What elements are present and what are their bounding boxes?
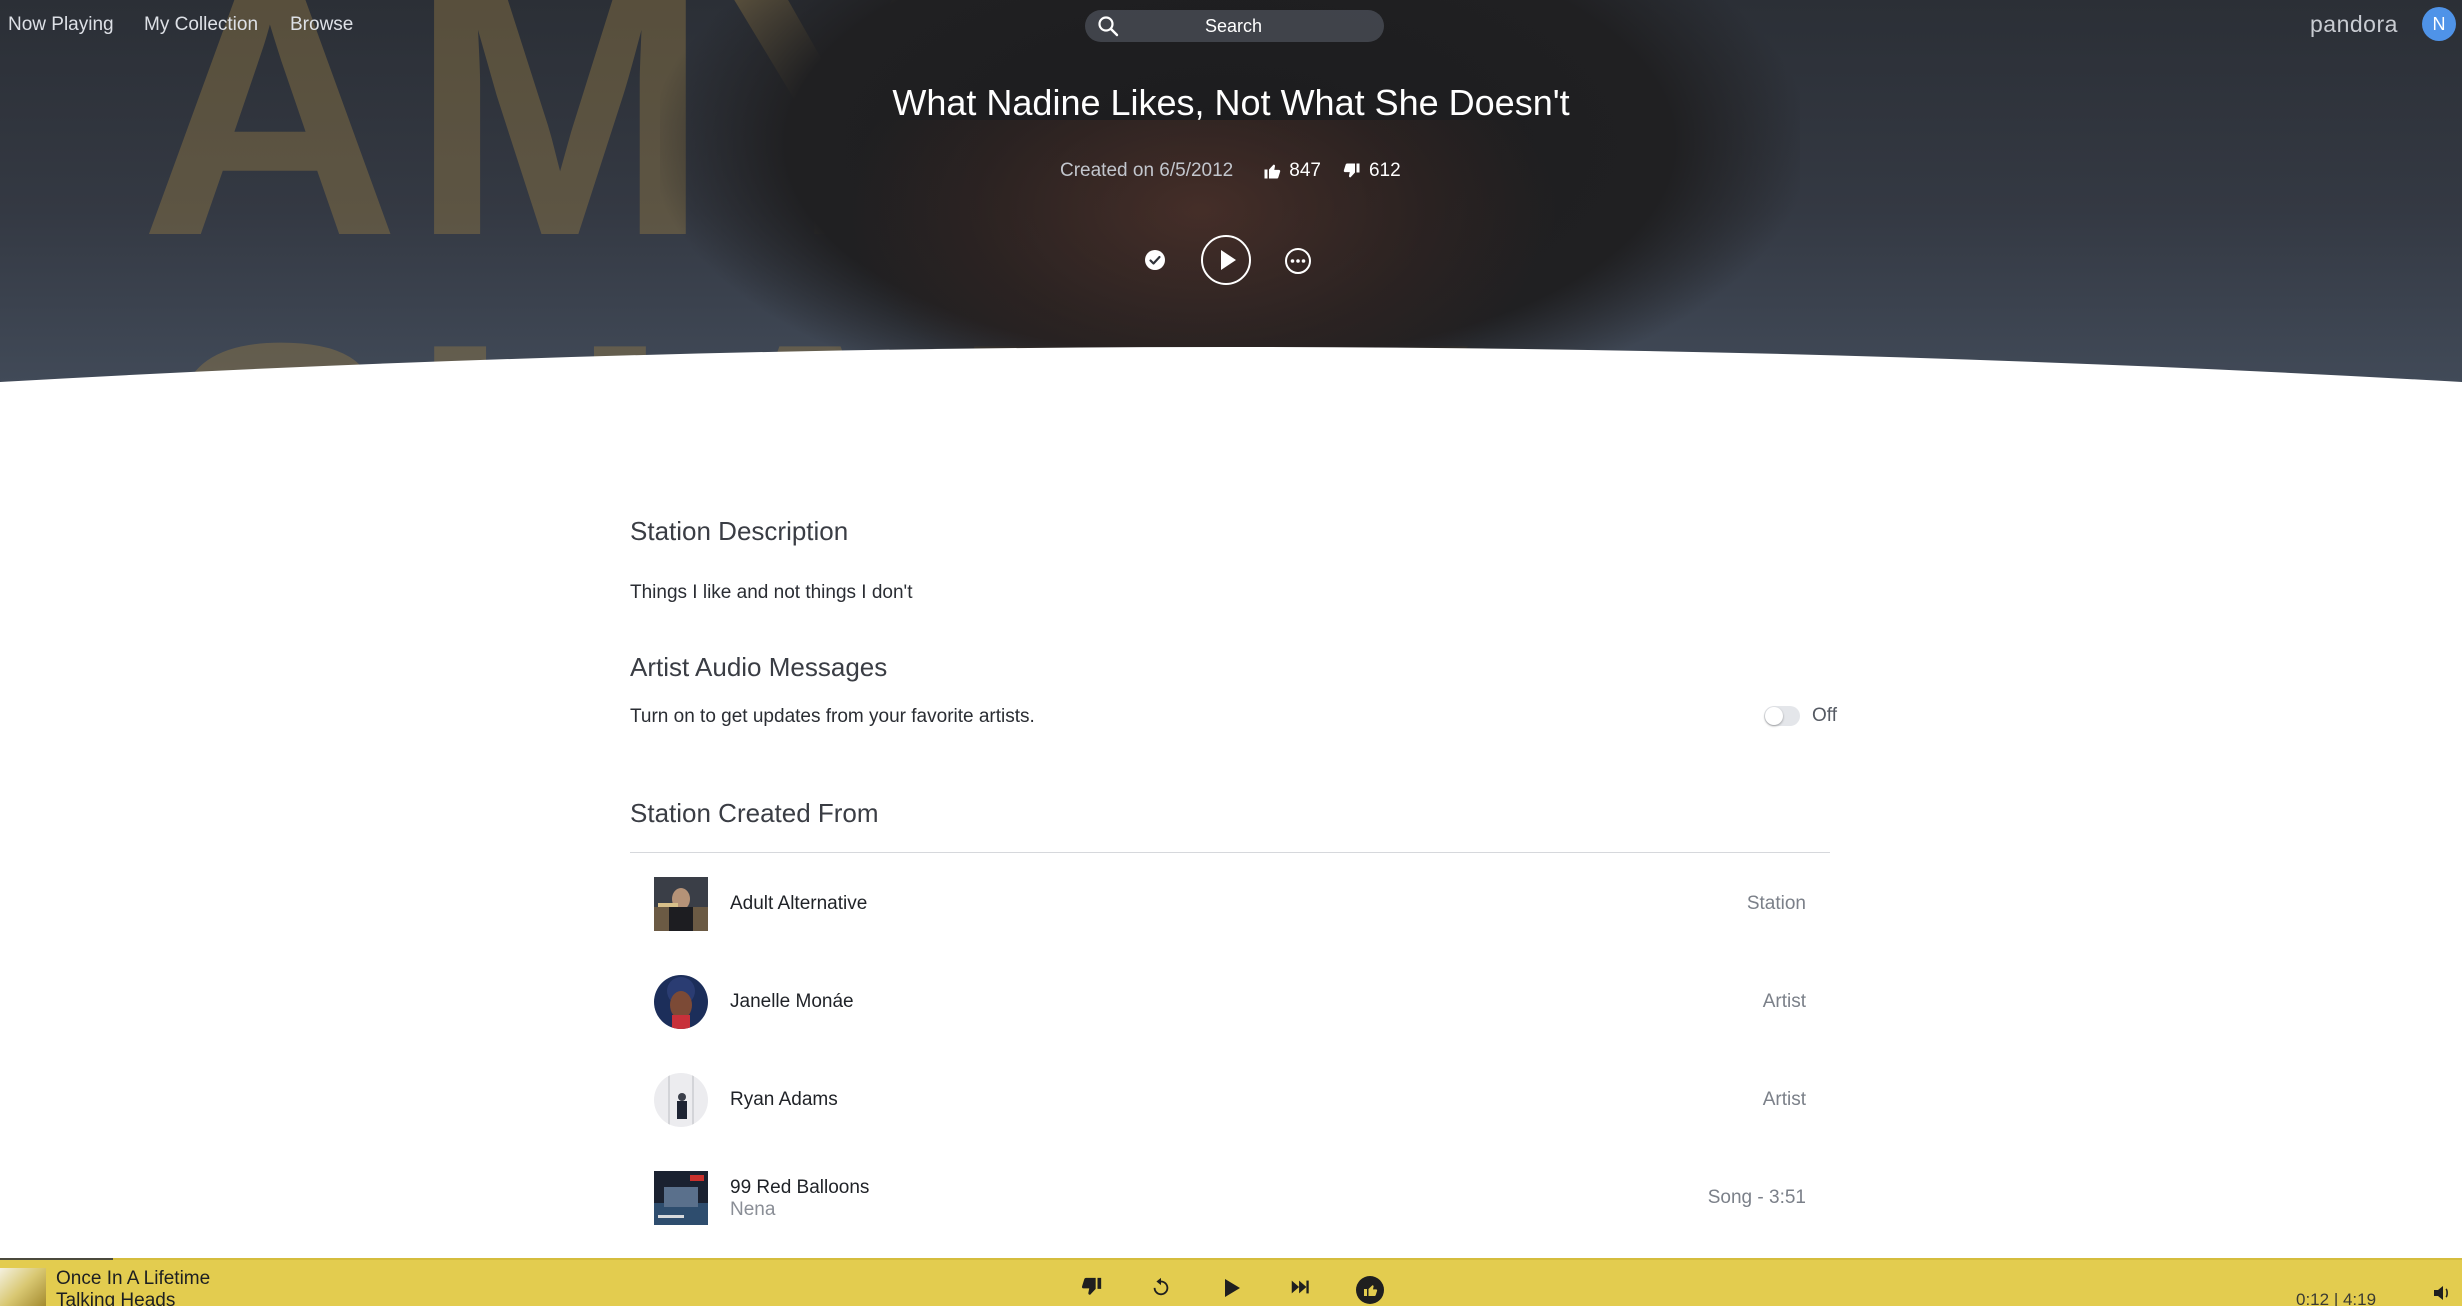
artist-photo-image <box>654 1073 708 1127</box>
thumbs-up-icon <box>1264 164 1281 179</box>
seed-name[interactable]: Ryan Adams <box>730 1089 838 1111</box>
seed-thumbnail <box>654 1073 708 1127</box>
now-playing-artist[interactable]: Talking Heads <box>56 1290 175 1306</box>
page-title: What Nadine Likes, Not What She Doesn't <box>892 82 1570 123</box>
station-meta: Created on 6/5/2012 847 612 <box>1060 158 1401 184</box>
avatar[interactable]: N <box>2422 7 2456 41</box>
toggle-state-label: Off <box>1812 705 1837 726</box>
now-playing-title[interactable]: Once In A Lifetime <box>56 1268 210 1290</box>
seed-name[interactable]: 99 Red Balloons <box>730 1177 869 1199</box>
skip-icon[interactable] <box>1288 1276 1312 1298</box>
seed-row[interactable]: Adult Alternative Station <box>630 855 1830 953</box>
seed-type: Station <box>1746 893 1806 914</box>
total-time: 4:19 <box>2342 1290 2377 1306</box>
nav-browse[interactable]: Browse <box>290 14 353 36</box>
elapsed-time: 0:12 <box>2296 1290 2330 1306</box>
seed-name[interactable]: Adult Alternative <box>730 893 867 915</box>
station-art-image <box>654 877 708 931</box>
pandora-logo[interactable]: pandora <box>2310 11 2398 38</box>
now-playing-album-art[interactable] <box>0 1268 46 1306</box>
station-actions <box>0 234 2462 286</box>
more-icon <box>1290 259 1306 263</box>
seed-type: Song - 3:51 <box>1707 1187 1806 1208</box>
thumbs-up-count: 847 <box>1289 160 1321 181</box>
artist-photo-image <box>654 975 708 1029</box>
volume-icon[interactable] <box>2432 1284 2452 1302</box>
artist-messages-toggle[interactable]: Off <box>1764 705 1837 727</box>
play-icon[interactable] <box>1219 1276 1243 1300</box>
seed-thumbnail <box>654 975 708 1029</box>
created-date: Created on 6/5/2012 <box>1060 160 1234 181</box>
seed-type: Artist <box>1762 1089 1806 1110</box>
nav-now-playing[interactable]: Now Playing <box>8 14 114 36</box>
thumbs-down-icon[interactable] <box>1081 1276 1103 1298</box>
seed-row[interactable]: 99 Red Balloons Nena Song - 3:51 <box>630 1149 1830 1247</box>
album-art-image <box>654 1171 708 1225</box>
station-description-heading: Station Description <box>630 516 849 546</box>
seed-name[interactable]: Janelle Monáe <box>730 991 854 1013</box>
replay-icon[interactable] <box>1150 1276 1172 1298</box>
play-station-button[interactable] <box>1201 235 1251 285</box>
top-navigation: Now Playing My Collection Browse Search … <box>0 0 2462 52</box>
hero-curve-divider <box>0 347 2462 384</box>
nav-my-collection[interactable]: My Collection <box>144 14 258 36</box>
toggle-switch[interactable] <box>1764 706 1800 726</box>
player-bar: Once In A Lifetime Talking Heads 0:12 | … <box>0 1258 2462 1306</box>
seed-thumbnail <box>654 1171 708 1225</box>
progress-track[interactable] <box>0 1258 2462 1260</box>
play-icon <box>1221 250 1236 270</box>
thumbs-up-button[interactable] <box>1356 1276 1384 1304</box>
search-input[interactable]: Search <box>1085 10 1384 42</box>
playback-time: 0:12 | 4:19 <box>2296 1290 2376 1306</box>
more-options-button[interactable] <box>1285 248 1311 274</box>
station-created-from-heading: Station Created From <box>630 798 879 828</box>
artist-audio-messages-text: Turn on to get updates from your favorit… <box>630 706 1035 727</box>
station-hero: AMY SHARK <box>0 0 2462 384</box>
station-description-text: Things I like and not things I don't <box>630 582 913 603</box>
thumbs-down-icon <box>1343 163 1360 178</box>
seed-row[interactable]: Ryan Adams Artist <box>630 1051 1830 1149</box>
check-icon[interactable] <box>1144 249 1166 271</box>
seed-row[interactable]: Janelle Monáe Artist <box>630 953 1830 1051</box>
seed-thumbnail <box>654 877 708 931</box>
search-icon <box>1098 16 1119 37</box>
progress-fill <box>0 1258 114 1260</box>
section-divider <box>630 852 1830 853</box>
thumbs-down-stat: 612 <box>1343 160 1401 182</box>
thumbs-up-icon <box>1364 1285 1378 1296</box>
search-placeholder: Search <box>1205 16 1263 36</box>
artist-audio-messages-heading: Artist Audio Messages <box>630 652 888 682</box>
seed-subtitle[interactable]: Nena <box>730 1199 775 1221</box>
thumbs-down-count: 612 <box>1368 160 1401 181</box>
seed-type: Artist <box>1762 991 1806 1012</box>
toggle-knob <box>1765 707 1783 725</box>
thumbs-up-stat: 847 <box>1263 160 1321 182</box>
